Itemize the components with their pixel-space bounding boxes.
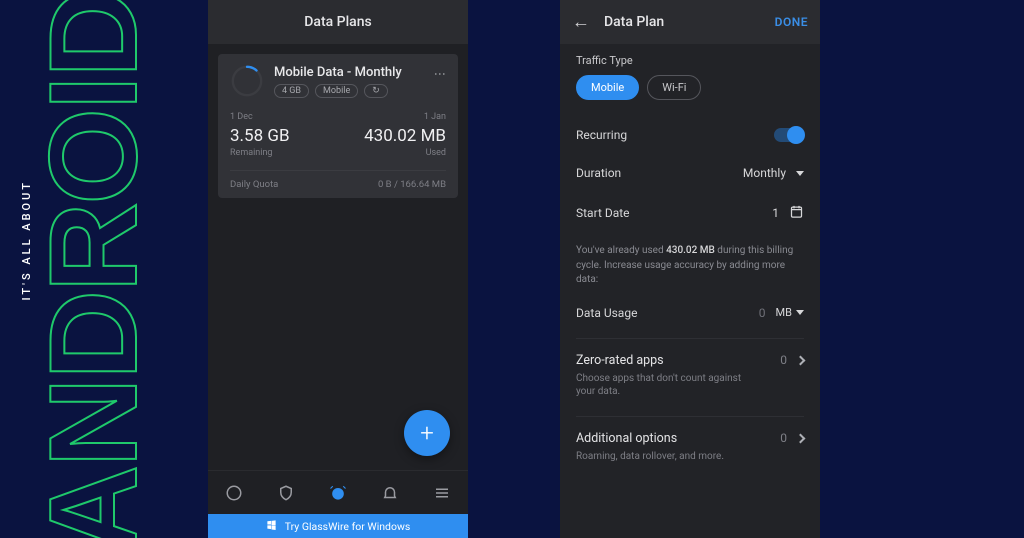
- nav-shield-icon[interactable]: [276, 483, 296, 503]
- back-arrow-icon[interactable]: ←: [572, 12, 590, 33]
- additional-options-title: Additional options: [576, 431, 677, 446]
- start-date-picker[interactable]: 1: [772, 204, 804, 222]
- header-bar: ← Data Plan DONE: [560, 0, 820, 44]
- data-usage-input[interactable]: 0: [759, 306, 766, 320]
- daily-quota-value: 0 B / 166.64 MB: [378, 179, 446, 190]
- additional-options-subtitle: Roaming, data rollover, and more.: [576, 450, 756, 463]
- nav-alarm-icon[interactable]: [328, 483, 348, 503]
- zero-rated-count: 0: [780, 353, 787, 367]
- additional-options-count: 0: [780, 431, 787, 445]
- start-date-value: 1: [772, 206, 779, 220]
- done-button[interactable]: DONE: [775, 15, 808, 29]
- remaining-label: Remaining: [230, 148, 290, 158]
- calendar-icon: [789, 204, 804, 222]
- start-date-label: Start Date: [576, 206, 630, 220]
- data-usage-unit-select[interactable]: MB: [776, 306, 804, 319]
- chip-type: Mobile: [315, 84, 358, 98]
- traffic-wifi-chip[interactable]: Wi-Fi: [647, 75, 701, 100]
- phone-data-plans: Data Plans Mobile Data - Monthly 4 GB Mo…: [208, 0, 468, 538]
- nav-speed-icon[interactable]: [224, 483, 244, 503]
- chip-refresh-icon: ↻: [364, 84, 388, 98]
- plan-start-date: 1 Dec: [230, 112, 253, 122]
- chevron-right-icon: [796, 355, 806, 365]
- traffic-mobile-chip[interactable]: Mobile: [576, 75, 639, 100]
- kebab-menu-icon[interactable]: ⋮: [434, 64, 446, 83]
- chevron-right-icon: [796, 433, 806, 443]
- used-value: 430.02 MB: [364, 126, 446, 146]
- used-label: Used: [364, 148, 446, 158]
- duration-select[interactable]: Monthly: [743, 166, 804, 180]
- recurring-label: Recurring: [576, 128, 627, 142]
- plan-end-date: 1 Jan: [424, 112, 446, 122]
- android-outline-text: ANDROID: [36, 0, 154, 538]
- bottom-nav: [208, 470, 468, 514]
- nav-menu-icon[interactable]: [432, 483, 452, 503]
- daily-quota-label: Daily Quota: [230, 179, 278, 190]
- data-usage-label: Data Usage: [576, 306, 637, 320]
- plus-icon: +: [420, 419, 434, 447]
- phone-data-plan-edit: ← Data Plan DONE Traffic Type Mobile Wi-…: [560, 0, 820, 538]
- zero-rated-subtitle: Choose apps that don't count against you…: [576, 372, 756, 398]
- duration-label: Duration: [576, 166, 621, 180]
- header-bar: Data Plans: [208, 0, 468, 44]
- windows-icon: [266, 519, 277, 533]
- additional-options-row[interactable]: Additional options 0: [576, 431, 804, 446]
- chevron-down-icon: [796, 171, 804, 176]
- zero-rated-apps-row[interactable]: Zero-rated apps 0: [576, 353, 804, 368]
- recurring-toggle[interactable]: [774, 128, 804, 142]
- plan-card[interactable]: Mobile Data - Monthly 4 GB Mobile ↻ ⋮ 1 …: [218, 54, 458, 198]
- page-title: Data Plans: [304, 14, 371, 30]
- plan-title: Mobile Data - Monthly: [274, 65, 402, 80]
- zero-rated-title: Zero-rated apps: [576, 353, 664, 368]
- remaining-value: 3.58 GB: [230, 126, 290, 146]
- chip-quota: 4 GB: [274, 84, 309, 98]
- chevron-down-icon: [796, 310, 804, 315]
- nav-bell-icon[interactable]: [380, 483, 400, 503]
- duration-value: Monthly: [743, 166, 786, 180]
- promo-text: Try GlassWire for Windows: [285, 520, 411, 533]
- traffic-type-label: Traffic Type: [576, 54, 804, 67]
- usage-ring-icon: [230, 64, 264, 98]
- add-plan-fab[interactable]: +: [404, 410, 450, 456]
- promo-bar[interactable]: Try GlassWire for Windows: [208, 514, 468, 538]
- traffic-type-group: Mobile Wi-Fi: [576, 75, 804, 100]
- usage-info-text: You've already used 430.02 MB during thi…: [576, 244, 804, 288]
- page-title: Data Plan: [604, 14, 664, 30]
